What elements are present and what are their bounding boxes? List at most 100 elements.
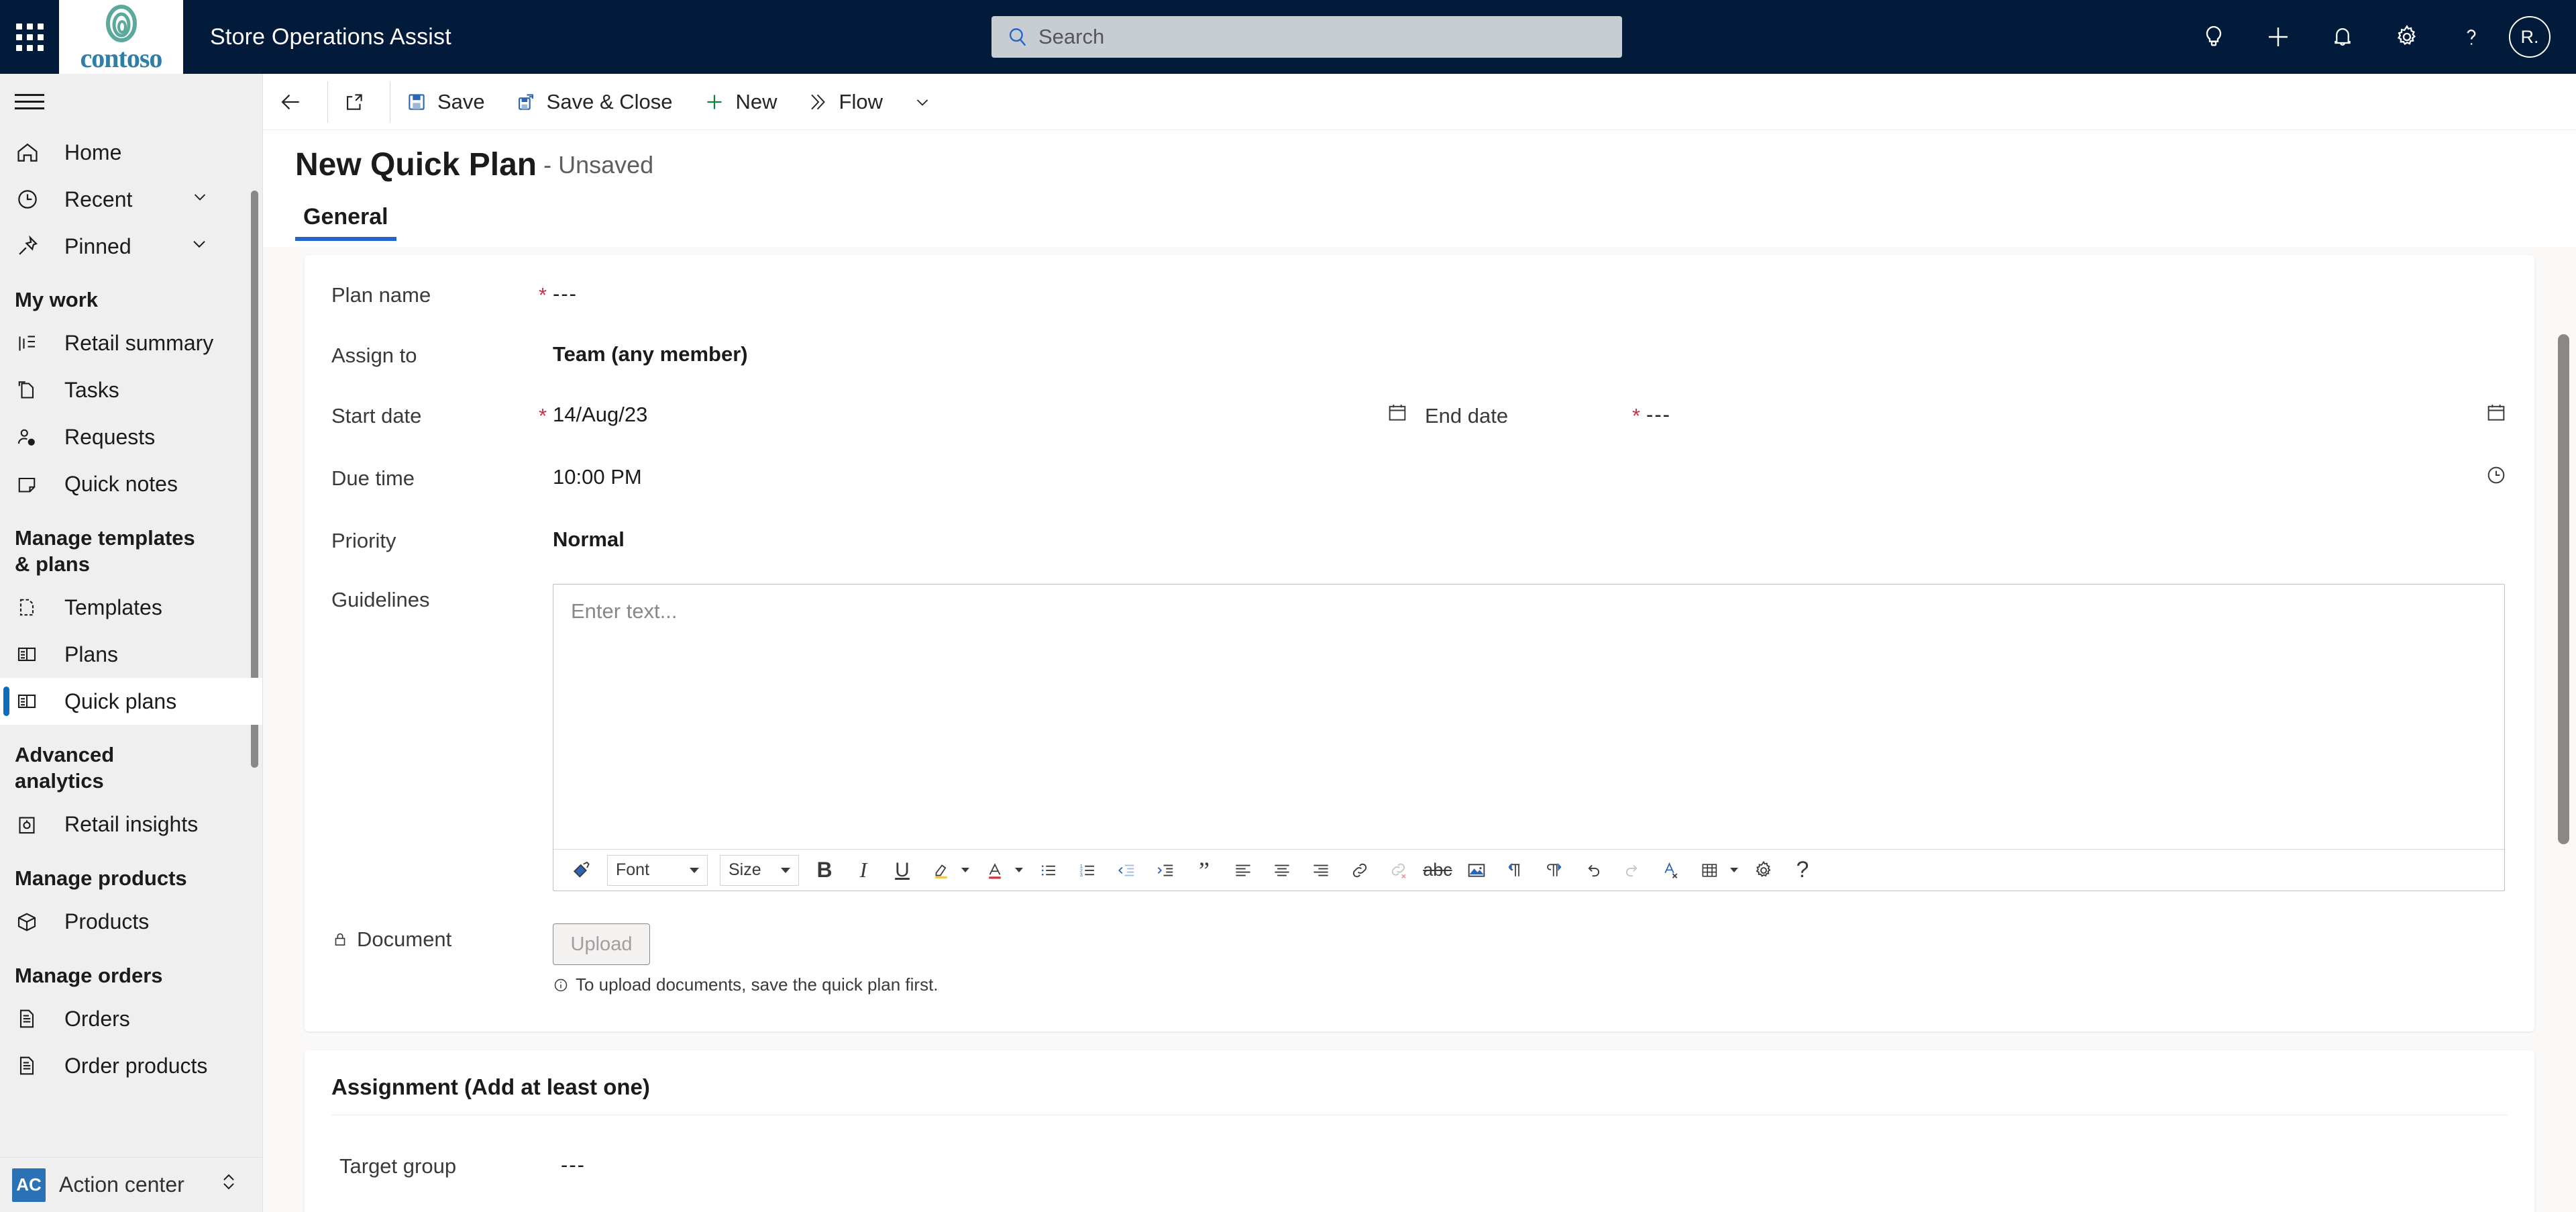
new-label: New	[735, 89, 777, 113]
sidebar-item-templates[interactable]: Templates	[0, 584, 262, 631]
chevron-down-icon[interactable]	[189, 233, 210, 260]
ltr-icon[interactable]	[1498, 853, 1533, 888]
chevron-down-icon[interactable]	[1730, 868, 1738, 872]
highlight-icon[interactable]	[924, 853, 959, 888]
start-date-input[interactable]: 14/Aug/23	[553, 400, 647, 427]
info-icon	[553, 977, 569, 993]
priority-select[interactable]: Normal	[553, 525, 625, 552]
updown-chevron-icon[interactable]	[217, 1170, 240, 1199]
align-center-icon[interactable]	[1265, 853, 1299, 888]
target-group-input[interactable]: ---	[561, 1150, 586, 1177]
main-scrollbar-track[interactable]	[2552, 247, 2576, 1212]
bell-icon[interactable]	[2310, 0, 2375, 74]
question-icon[interactable]	[2439, 0, 2504, 74]
pin-icon	[15, 234, 54, 259]
action-center-label: Action center	[59, 1172, 184, 1197]
bold-button[interactable]: B	[807, 853, 842, 888]
assign-to-select[interactable]: Team (any member)	[553, 340, 748, 366]
tab-general[interactable]: General	[295, 204, 396, 241]
sidebar-item-requests[interactable]: ? Requests	[0, 414, 262, 461]
due-time-input[interactable]: 10:00 PM	[553, 462, 642, 489]
numbered-list-icon[interactable]: 1 2 3	[1070, 853, 1105, 888]
blockquote-icon[interactable]: ”	[1187, 853, 1222, 888]
sidebar-item-label: Quick plans	[64, 689, 177, 713]
contoso-logo[interactable]: contoso	[59, 0, 183, 74]
sidebar-item-recent[interactable]: Recent	[0, 176, 262, 223]
chevron-down-icon[interactable]	[1015, 868, 1023, 872]
font-family-select[interactable]: Font	[607, 854, 708, 886]
link-icon[interactable]	[1342, 853, 1377, 888]
image-icon[interactable]	[1459, 853, 1494, 888]
chevron-down-icon[interactable]	[961, 868, 969, 872]
clear-format-icon[interactable]	[1654, 853, 1688, 888]
guidelines-label: Guidelines	[331, 588, 430, 611]
end-date-field: End date * ---	[1425, 400, 2508, 430]
plan-name-input[interactable]: ---	[553, 279, 578, 306]
sidebar-item-products[interactable]: Products	[0, 899, 262, 946]
document-label-text: Document	[357, 927, 452, 951]
italic-button[interactable]: I	[846, 853, 881, 888]
save-close-icon	[515, 91, 537, 113]
sidebar-item-quick-plans[interactable]: Quick plans	[0, 678, 262, 725]
save-and-close-button[interactable]: Save & Close	[500, 74, 688, 130]
end-date-input[interactable]: ---	[1646, 400, 1671, 427]
chevron-down-icon[interactable]	[190, 187, 210, 212]
gear-icon[interactable]	[2375, 0, 2439, 74]
sidebar-item-label: Retail insights	[64, 812, 199, 837]
sidebar-item-orders[interactable]: Orders	[0, 995, 262, 1042]
sidebar-item-tasks[interactable]: Tasks	[0, 367, 262, 414]
strikethrough-icon[interactable]: abc	[1420, 853, 1455, 888]
clock-icon	[15, 187, 54, 212]
sidebar-item-retail-summary[interactable]: Retail summary	[0, 320, 262, 367]
sidebar-item-home[interactable]: Home	[0, 129, 262, 176]
help-icon[interactable]: ?	[1785, 853, 1820, 888]
increase-indent-icon[interactable]	[1148, 853, 1183, 888]
action-center[interactable]: AC Action center	[0, 1157, 263, 1212]
global-search[interactable]	[991, 16, 1622, 58]
avatar[interactable]: R.	[2509, 16, 2551, 58]
table-icon[interactable]	[1693, 853, 1727, 888]
sidebar-item-retail-insights[interactable]: Retail insights	[0, 801, 262, 848]
sidebar-item-label: Products	[64, 909, 150, 933]
redo-icon[interactable]	[1615, 853, 1650, 888]
format-painter-icon[interactable]	[564, 853, 599, 888]
order-doc-icon	[15, 1054, 54, 1078]
sidebar-item-pinned[interactable]: Pinned	[0, 223, 262, 270]
command-bar: Save Save & Close New Flow	[263, 74, 2576, 130]
bullet-list-icon[interactable]	[1031, 853, 1066, 888]
font-size-select[interactable]: Size	[720, 854, 799, 886]
lightbulb-icon[interactable]	[2182, 0, 2246, 74]
settings-icon[interactable]	[1746, 853, 1781, 888]
app-launcher-icon[interactable]	[0, 0, 59, 74]
align-right-icon[interactable]	[1303, 853, 1338, 888]
upload-button[interactable]: Upload	[553, 923, 650, 965]
document-upload-group: Upload To upload documents, save the qui…	[553, 923, 938, 995]
calendar-icon[interactable]	[2485, 400, 2508, 430]
guidelines-rich-text-editor[interactable]: Enter text... Font Size B I U 1 2 3 ” ab…	[553, 584, 2505, 891]
flow-overflow-button[interactable]	[898, 74, 947, 130]
decrease-indent-icon[interactable]	[1109, 853, 1144, 888]
plus-icon[interactable]	[2246, 0, 2310, 74]
new-button[interactable]: New	[688, 74, 792, 130]
sidebar-item-plans[interactable]: Plans	[0, 631, 262, 678]
sidebar-item-order-products[interactable]: Order products	[0, 1042, 262, 1089]
rtl-icon[interactable]	[1537, 853, 1572, 888]
app-title: Store Operations Assist	[210, 23, 451, 50]
sidebar-group-title: Manage orders	[15, 963, 163, 987]
search-input[interactable]	[1038, 25, 1607, 49]
back-button[interactable]	[263, 74, 327, 130]
undo-icon[interactable]	[1576, 853, 1611, 888]
sidebar-item-quick-notes[interactable]: Quick notes	[0, 461, 262, 508]
font-color-icon[interactable]	[977, 853, 1012, 888]
guidelines-textarea[interactable]: Enter text...	[553, 585, 2504, 638]
flow-button[interactable]: Flow	[792, 74, 898, 130]
hamburger-menu-icon[interactable]	[0, 74, 262, 129]
main-scrollbar-thumb[interactable]	[2558, 334, 2569, 844]
unlink-icon[interactable]	[1381, 853, 1416, 888]
popout-button[interactable]	[328, 74, 390, 130]
underline-button[interactable]: U	[885, 853, 920, 888]
align-left-icon[interactable]	[1226, 853, 1260, 888]
calendar-icon[interactable]	[1386, 400, 1425, 430]
clock-icon[interactable]	[2485, 462, 2508, 493]
save-button[interactable]: Save	[390, 74, 500, 130]
